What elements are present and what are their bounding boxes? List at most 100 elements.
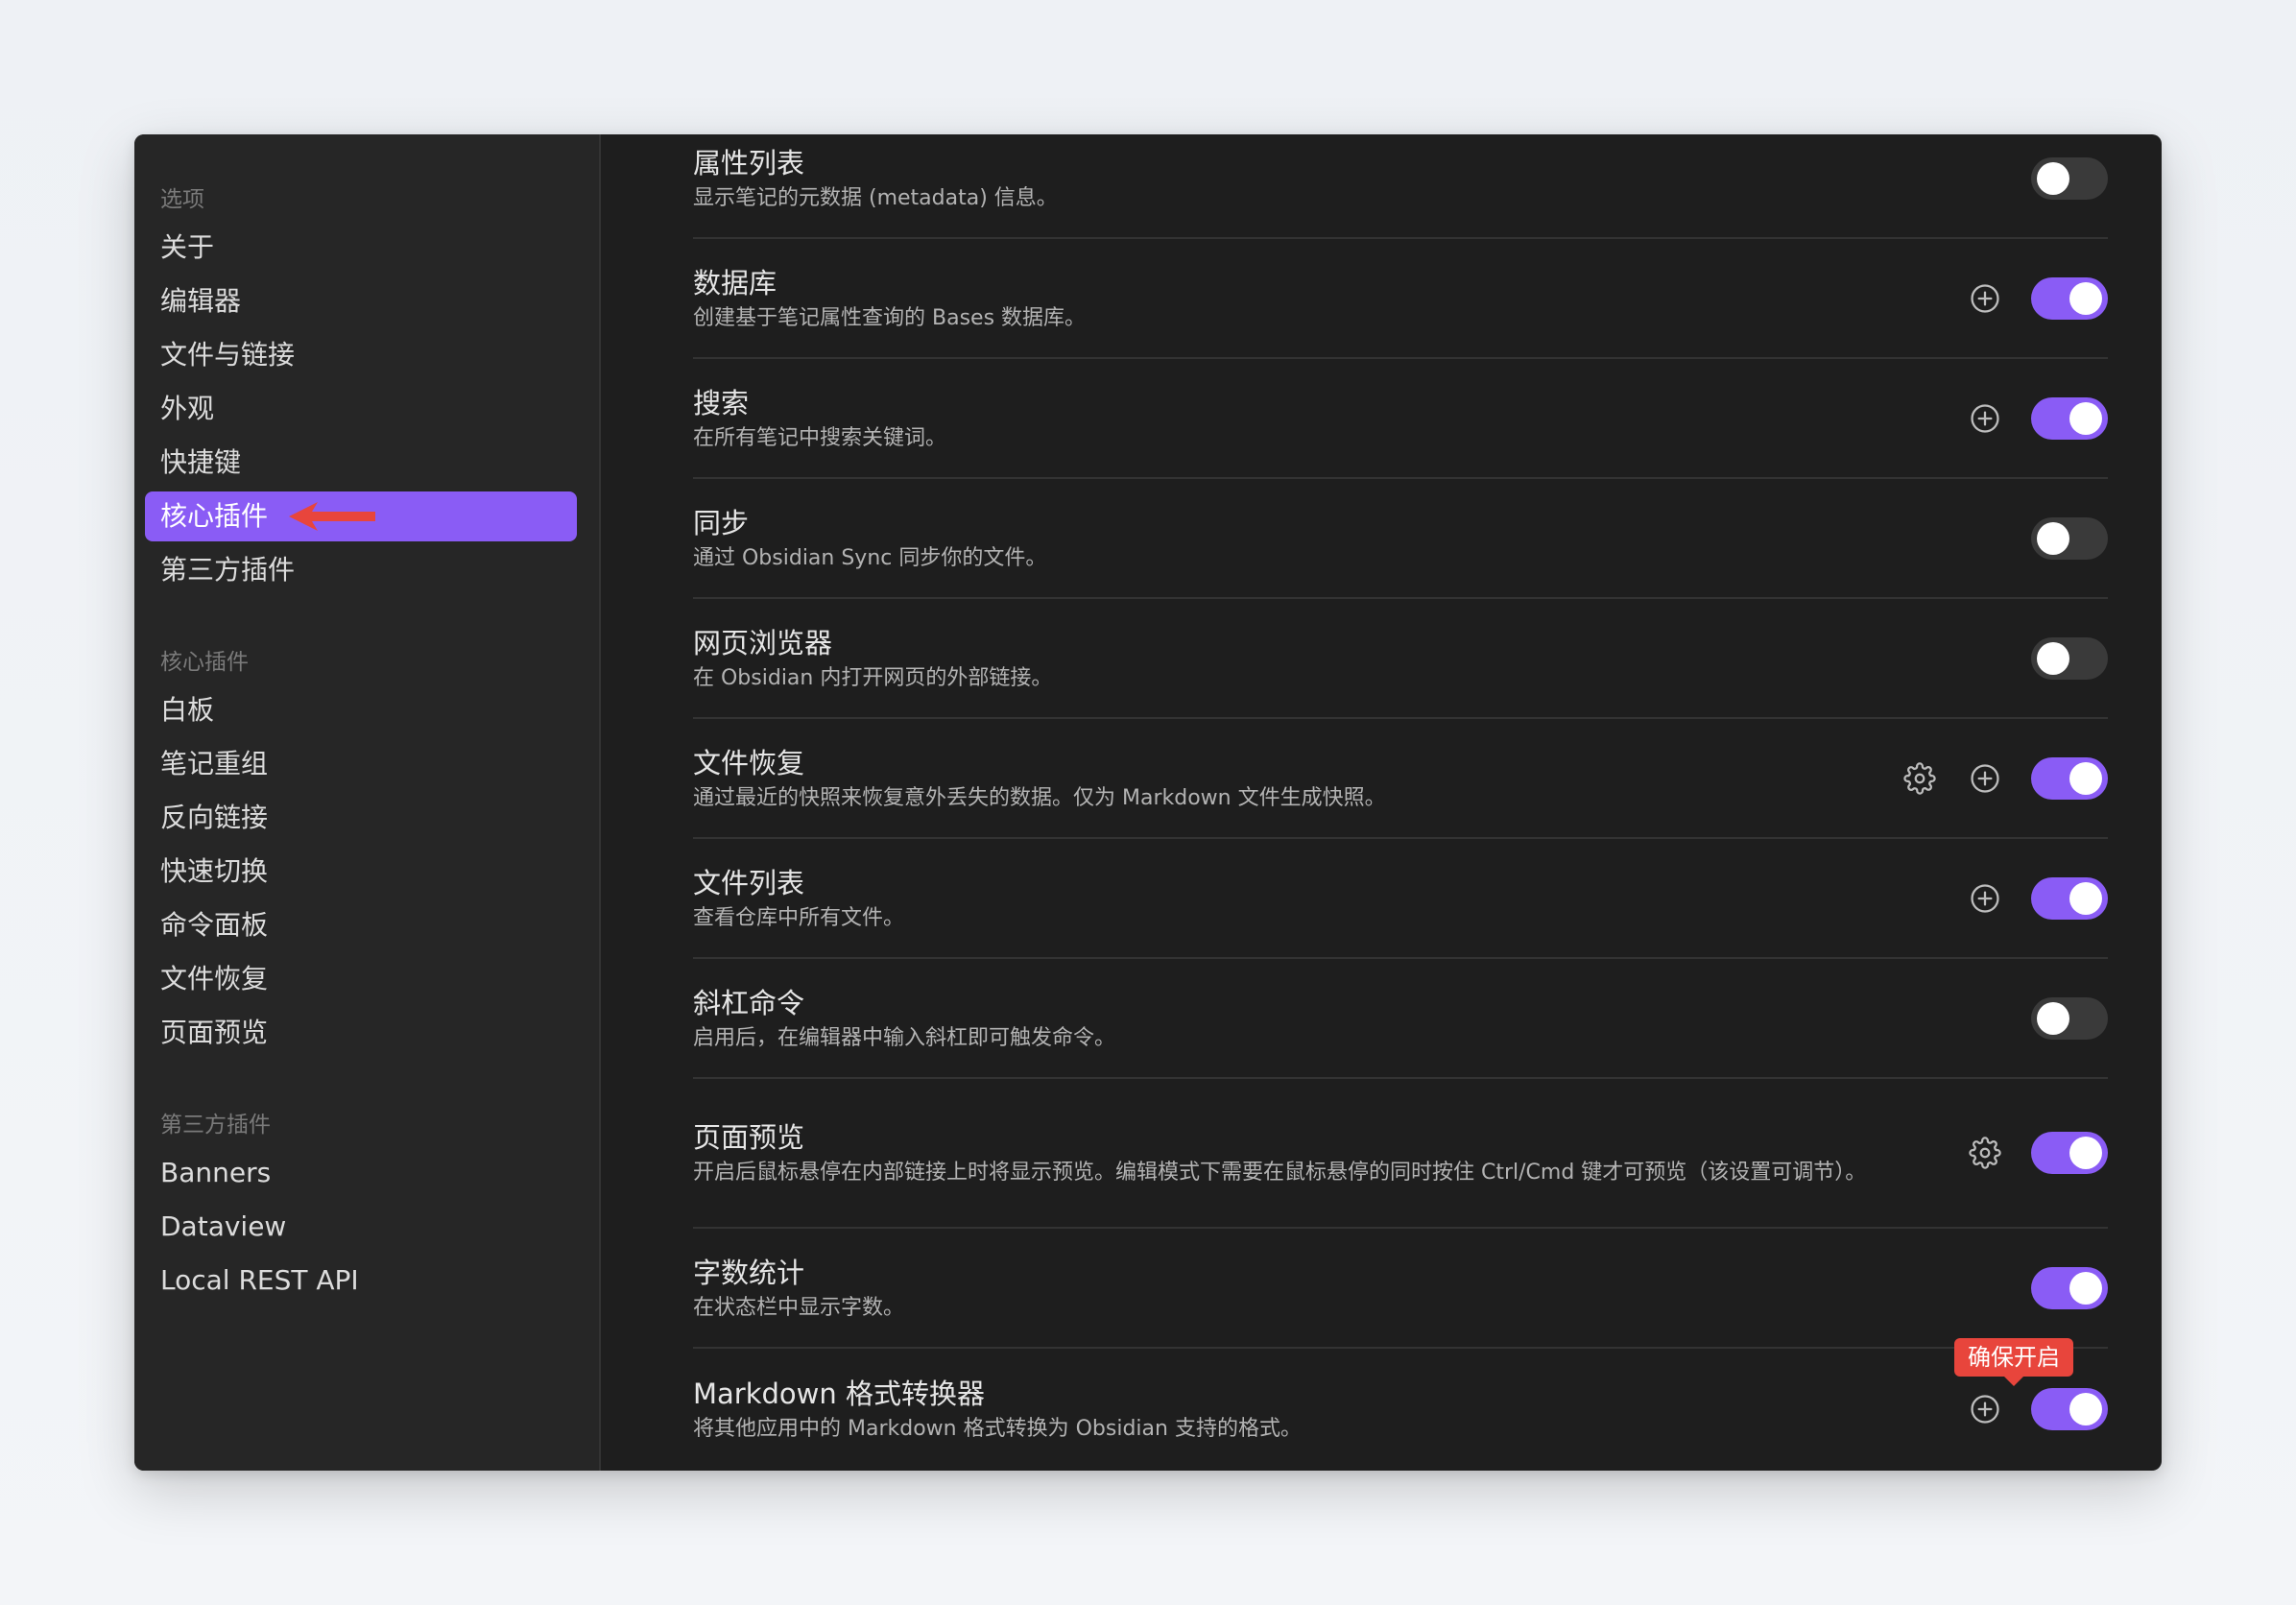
sidebar-item-2-0[interactable]: Banners (145, 1148, 577, 1198)
sidebar-item-0-3[interactable]: 外观 (145, 384, 577, 434)
sidebar-item-0-5[interactable]: 核心插件 (145, 491, 577, 541)
plugin-description: 启用后，在编辑器中输入斜杠即可触发命令。 (693, 1025, 1116, 1050)
plugin-row: 文件恢复 通过最近的快照来恢复意外丢失的数据。仅为 Markdown 文件生成快照… (693, 719, 2108, 839)
plugin-info: 文件列表查看仓库中所有文件。 (693, 864, 1966, 933)
plugin-info: 页面预览开启后鼠标悬停在内部链接上时将显示预览。编辑模式下需要在鼠标悬停的同时按… (693, 1118, 1966, 1187)
plugin-row: 同步 通过 Obsidian Sync 同步你的文件。 (693, 479, 2108, 599)
plus-circle-icon[interactable] (1966, 759, 2004, 798)
settings-window: 选项 关于 编辑器 文件与链接 外观 快捷键 核心插件 第三方插件 核心插件 白板 笔记重组 反向链接… (134, 134, 2162, 1471)
plugin-toggle[interactable] (2031, 1132, 2108, 1174)
toggle-knob (2069, 1392, 2102, 1425)
plugin-toggle[interactable] (2031, 876, 2108, 920)
toggle-wrapper (2031, 516, 2108, 560)
plugin-toggle[interactable] (2031, 156, 2108, 200)
sidebar-item-1-2[interactable]: 反向链接 (145, 793, 577, 843)
plugin-controls (2031, 996, 2108, 1040)
sidebar-item-label: 页面预览 (160, 1017, 269, 1048)
plugin-controls (1966, 276, 2108, 320)
plugin-description: 在 Obsidian 内打开网页的外部链接。 (693, 665, 1053, 690)
toggle-wrapper (2031, 156, 2108, 200)
sidebar-group-title: 核心插件 (160, 650, 249, 675)
sidebar-item-label: 命令面板 (160, 909, 269, 941)
sidebar-item-0-0[interactable]: 关于 (145, 223, 577, 273)
toggle-wrapper (2031, 636, 2108, 680)
sidebar-item-2-2[interactable]: Local REST API (145, 1256, 577, 1306)
sidebar-item-2-1[interactable]: Dataview (145, 1202, 577, 1252)
sidebar-item-1-6[interactable]: 页面预览 (145, 1008, 577, 1058)
plus-circle-icon[interactable] (1966, 399, 2004, 438)
plugin-list: 属性列表 显示笔记的元数据 (metadata) 信息。 数据库 创建基于笔记属性查询… (693, 134, 2108, 1469)
plugin-info: 字数统计 在状态栏中显示字数。 (693, 1254, 2031, 1323)
toggle-knob (2037, 641, 2069, 675)
plugin-toggle[interactable] (2031, 516, 2108, 560)
sidebar-item-0-1[interactable]: 编辑器 (145, 276, 577, 326)
plugin-title: 搜索 (693, 386, 750, 419)
plugin-info: 属性列表 显示笔记的元数据 (metadata) 信息。 (693, 144, 2031, 213)
plus-circle-icon[interactable] (1966, 1390, 2004, 1428)
plugin-controls (1901, 756, 2108, 800)
plugin-description: 通过 Obsidian Sync 同步你的文件。 (693, 545, 1047, 570)
core-plugins-panel: 属性列表 显示笔记的元数据 (metadata) 信息。 数据库 创建基于笔记属性查询… (601, 134, 2162, 1471)
plugin-toggle[interactable] (2031, 396, 2108, 440)
plugin-title: Markdown 格式转换器 (693, 1377, 985, 1410)
toggle-wrapper (2031, 1266, 2108, 1309)
sidebar-item-0-6[interactable]: 第三方插件 (145, 545, 577, 595)
sidebar-item-label: 快速切换 (160, 855, 269, 887)
sidebar-item-label: 笔记重组 (160, 748, 269, 779)
plugin-row: 搜索 在所有笔记中搜索关键词。 (693, 359, 2108, 479)
sidebar-item-1-4[interactable]: 命令面板 (145, 900, 577, 950)
plugin-controls (2031, 156, 2108, 200)
plugin-toggle[interactable] (2031, 756, 2108, 800)
gear-icon[interactable] (1966, 1134, 2004, 1172)
plugin-toggle[interactable] (2031, 1266, 2108, 1309)
sidebar-item-label: 反向链接 (160, 802, 269, 833)
plugin-controls (1966, 1132, 2108, 1174)
sidebar-item-0-4[interactable]: 快捷键 (145, 438, 577, 488)
sidebar-group-title: 选项 (160, 187, 204, 212)
plugin-row: Markdown 格式转换器 将其他应用中的 Markdown 格式转换为 Obs… (693, 1337, 2108, 1469)
plugin-row: 数据库 创建基于笔记属性查询的 Bases 数据库。 (693, 239, 2108, 359)
toggle-knob (2069, 761, 2102, 795)
plugin-description: 通过最近的快照来恢复意外丢失的数据。仅为 Markdown 文件生成快照。 (693, 785, 1386, 810)
sidebar-item-1-5[interactable]: 文件恢复 (145, 954, 577, 1004)
sidebar-item-1-0[interactable]: 白板 (145, 685, 577, 735)
plugin-controls (2031, 1266, 2108, 1309)
sidebar-item-label: Banners (160, 1157, 272, 1188)
plugin-info: 同步 通过 Obsidian Sync 同步你的文件。 (693, 504, 2031, 573)
plugin-title: 文件列表 (693, 866, 805, 899)
plugin-toggle[interactable] (2031, 276, 2108, 320)
plugin-toggle[interactable] (2031, 636, 2108, 680)
plugin-controls (2031, 636, 2108, 680)
plugin-controls: 确保开启 (1954, 1337, 2108, 1430)
sidebar-item-label: 文件恢复 (160, 963, 269, 994)
toggle-wrapper (2031, 756, 2108, 800)
gear-icon[interactable] (1901, 759, 1939, 798)
plugin-description: 查看仓库中所有文件。 (693, 905, 905, 930)
sidebar-item-label: 快捷键 (160, 446, 242, 478)
sidebar-item-label: 核心插件 (160, 500, 269, 532)
settings-sidebar: 选项 关于 编辑器 文件与链接 外观 快捷键 核心插件 第三方插件 核心插件 白板 笔记重组 反向链接… (134, 134, 601, 1471)
plugin-toggle[interactable] (2031, 996, 2108, 1040)
plugin-controls (1966, 876, 2108, 920)
plugin-controls (2031, 516, 2108, 560)
plugin-row: 属性列表 显示笔记的元数据 (metadata) 信息。 (693, 134, 2108, 239)
plugin-description: 开启后鼠标悬停在内部链接上时将显示预览。编辑模式下需要在鼠标悬停的同时按住 Ct… (693, 1161, 1867, 1185)
plugin-description: 显示笔记的元数据 (metadata) 信息。 (693, 185, 1058, 210)
toggle-wrapper (2031, 1132, 2108, 1174)
plugin-toggle[interactable] (2031, 1387, 2108, 1430)
toggle-knob (2037, 521, 2069, 555)
plus-circle-icon[interactable] (1966, 879, 2004, 918)
toggle-knob (2069, 1271, 2102, 1305)
sidebar-item-1-1[interactable]: 笔记重组 (145, 739, 577, 789)
plus-circle-icon[interactable] (1966, 279, 2004, 318)
sidebar-item-0-2[interactable]: 文件与链接 (145, 330, 577, 380)
toggle-knob (2069, 881, 2102, 915)
plugin-info: 网页浏览器在 Obsidian 内打开网页的外部链接。 (693, 624, 2031, 693)
plugin-info: 数据库 创建基于笔记属性查询的 Bases 数据库。 (693, 264, 1966, 333)
toggle-knob (2069, 281, 2102, 315)
plugin-info: 搜索 在所有笔记中搜索关键词。 (693, 384, 1966, 453)
sidebar-item-1-3[interactable]: 快速切换 (145, 847, 577, 897)
plugin-title: 页面预览 (693, 1121, 805, 1154)
sidebar-item-label: Local REST API (160, 1264, 359, 1296)
sidebar-item-label: 白板 (160, 694, 215, 726)
